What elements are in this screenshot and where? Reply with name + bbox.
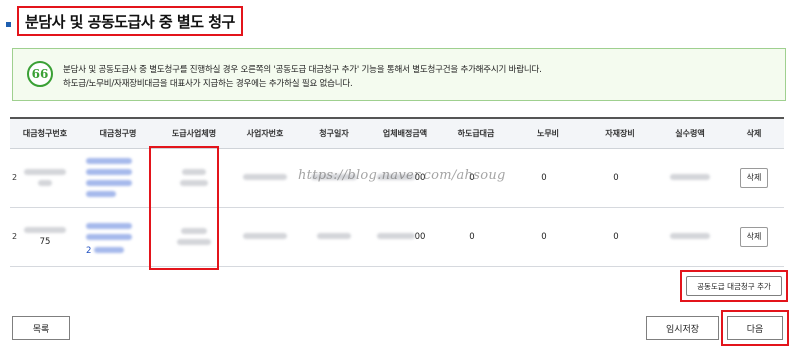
col-header-delete: 삭제 xyxy=(724,117,784,149)
redacted-value xyxy=(317,232,351,239)
col-header-company-name: 도급사업체명 xyxy=(156,117,232,149)
col-header-claim-no: 대금청구번호 xyxy=(10,117,80,149)
title-highlight-box: 분담사 및 공동도급사 중 별도 청구 xyxy=(17,6,243,36)
page-title: 분담사 및 공동도급사 중 별도 청구 xyxy=(25,12,235,31)
cell-claim-name[interactable] xyxy=(80,148,156,208)
claim-no-text: 2 xyxy=(12,231,18,241)
notice-line-2: 하도급/노무비/자재장비대금을 대표사가 지급하는 경우에는 추가하실 필요 없… xyxy=(63,79,353,89)
table-header-row: 대금청구번호 대금청구명 도급사업체명 사업자번호 청구일자 업체배정금액 하도… xyxy=(10,117,784,149)
delete-button[interactable]: 삭제 xyxy=(740,226,768,247)
claim-table: 대금청구번호 대금청구명 도급사업체명 사업자번호 청구일자 업체배정금액 하도… xyxy=(10,117,784,267)
cell-material: 0 xyxy=(584,207,656,267)
temp-save-button[interactable]: 임시저장 xyxy=(646,316,719,340)
col-header-labor: 노무비 xyxy=(512,117,584,149)
table-row: 2 75 2 00 0 0 0 삭제 xyxy=(10,207,784,267)
quote-icon: 66 xyxy=(27,61,53,87)
col-header-claim-name: 대금청구명 xyxy=(80,117,156,149)
redacted-value xyxy=(10,169,80,186)
cell-labor: 0 xyxy=(512,207,584,267)
cell-business-no xyxy=(232,148,298,208)
col-header-assigned-amount: 업체배정금액 xyxy=(370,117,440,149)
redacted-link[interactable] xyxy=(80,158,156,197)
redacted-value xyxy=(670,232,710,239)
cell-business-no xyxy=(232,207,298,267)
claim-no-line2: 75 xyxy=(39,236,51,247)
cell-subcontract: 0 xyxy=(440,207,512,267)
title-bullet-icon xyxy=(6,21,11,27)
notice-box: 66 분담사 및 공동도급사 중 별도청구를 진행하실 경우 오른쪽의 '공동도… xyxy=(12,48,786,101)
watermark-text: https://blog.naver.com/ahsoug xyxy=(298,168,506,183)
next-button[interactable]: 다음 xyxy=(727,316,783,340)
cell-delete: 삭제 xyxy=(724,148,784,208)
claim-no-text: 2 xyxy=(12,172,18,182)
col-header-net-amount: 실수령액 xyxy=(656,117,724,149)
col-header-claim-date: 청구일자 xyxy=(298,117,370,149)
redacted-value xyxy=(243,232,287,239)
add-joint-claim-button[interactable]: 공동도급 대금청구 추가 xyxy=(686,276,782,296)
notice-line-1: 분담사 및 공동도급사 중 별도청구를 진행하실 경우 오른쪽의 '공동도급 대… xyxy=(63,65,542,75)
cell-claim-date xyxy=(298,207,370,267)
cell-claim-no: 2 xyxy=(10,148,80,208)
redacted-link[interactable] xyxy=(80,223,156,240)
col-header-business-no: 사업자번호 xyxy=(232,117,298,149)
amount-suffix: 00 xyxy=(414,231,426,242)
cell-labor: 0 xyxy=(512,148,584,208)
list-button[interactable]: 목록 xyxy=(12,316,70,340)
claim-name-link[interactable]: 2 xyxy=(86,246,125,256)
cell-net-amount xyxy=(656,148,724,208)
cell-net-amount xyxy=(656,207,724,267)
cell-claim-no: 2 75 xyxy=(10,207,80,267)
redacted-value xyxy=(243,173,287,180)
redacted-value xyxy=(670,173,710,180)
cell-company-name xyxy=(156,148,232,208)
cell-company-name xyxy=(156,207,232,267)
redacted-value xyxy=(156,169,232,186)
cell-assigned-amount: 00 xyxy=(370,207,440,267)
col-header-subcontract: 하도급대금 xyxy=(440,117,512,149)
redacted-value xyxy=(10,226,80,233)
delete-button[interactable]: 삭제 xyxy=(740,167,768,188)
cell-claim-name[interactable]: 2 xyxy=(80,207,156,267)
cell-delete: 삭제 xyxy=(724,207,784,267)
redacted-value xyxy=(156,228,232,245)
redacted-value xyxy=(376,232,415,239)
page-title-area: 분담사 및 공동도급사 중 별도 청구 xyxy=(6,6,243,36)
col-header-material: 자재장비 xyxy=(584,117,656,149)
cell-material: 0 xyxy=(584,148,656,208)
